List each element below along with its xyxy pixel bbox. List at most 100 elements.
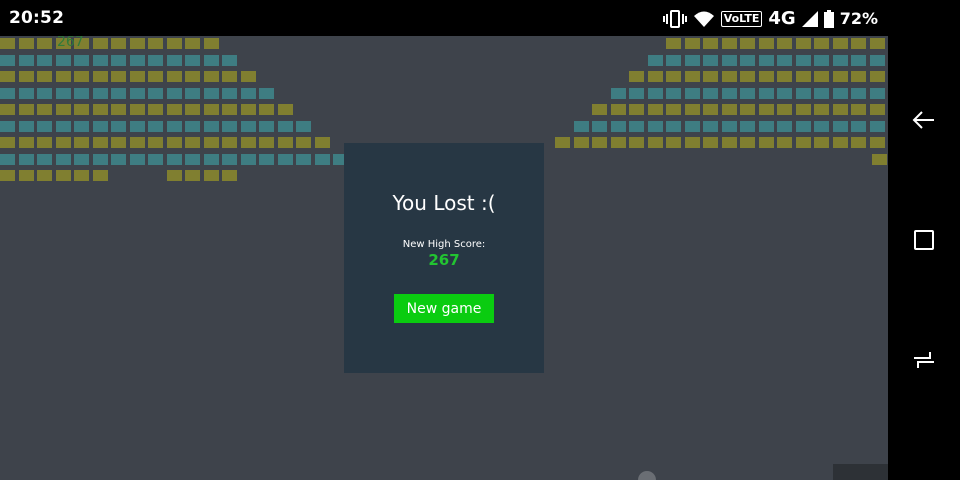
brick (92, 120, 108, 132)
brick (740, 38, 755, 49)
brick (55, 71, 71, 82)
back-icon[interactable] (912, 108, 936, 132)
brick (703, 137, 718, 148)
brick (185, 170, 200, 181)
brick (74, 71, 89, 82)
game-over-dialog: You Lost :( New High Score: 267 New game (344, 143, 544, 373)
brick (92, 71, 108, 82)
brick (74, 170, 89, 181)
brick (240, 137, 256, 148)
high-score-value: 267 (428, 251, 460, 269)
brick (92, 153, 108, 165)
brick (869, 38, 885, 49)
vibrate-icon (662, 9, 687, 28)
brick (814, 137, 829, 148)
brick (721, 54, 737, 66)
wifi-icon (693, 11, 714, 27)
brick (666, 54, 681, 66)
brick (721, 120, 737, 132)
brick (814, 54, 829, 66)
brick (777, 120, 792, 132)
brick (703, 120, 718, 132)
brick (111, 71, 126, 82)
brick (18, 87, 34, 99)
brick (758, 71, 774, 82)
brick (629, 137, 644, 148)
brick (259, 137, 274, 148)
navigation-bar (888, 0, 960, 480)
brick (814, 104, 829, 115)
brick (166, 137, 182, 148)
brick (166, 71, 182, 82)
brick (740, 120, 755, 132)
brick (18, 120, 34, 132)
status-icons: VoLTE 4G 72% (662, 8, 878, 29)
recents-icon[interactable] (912, 228, 936, 252)
brick (259, 153, 274, 165)
brick (869, 54, 885, 66)
brick (129, 120, 145, 132)
brick (166, 54, 182, 66)
brick (222, 104, 237, 115)
brick (758, 104, 774, 115)
status-bar: 20:52 VoLTE 4G 72% (0, 0, 888, 36)
brick (832, 104, 848, 115)
brick (647, 120, 663, 132)
brick (74, 120, 89, 132)
brick (203, 170, 219, 181)
brick (92, 170, 108, 181)
score-display: 267 (57, 36, 84, 50)
brick (240, 153, 256, 165)
brick (166, 38, 182, 49)
brick (740, 137, 755, 148)
brick (55, 54, 71, 66)
paddle[interactable] (833, 464, 888, 480)
brick (111, 38, 126, 49)
brick (721, 87, 737, 99)
brick (18, 104, 34, 115)
brick (129, 38, 145, 49)
brick (610, 87, 626, 99)
brick (203, 54, 219, 66)
brick (148, 38, 163, 49)
brick (869, 87, 885, 99)
brick (703, 38, 718, 49)
brick (148, 120, 163, 132)
brick (55, 137, 71, 148)
brick (684, 137, 700, 148)
brick (795, 71, 811, 82)
brick (684, 38, 700, 49)
brick (851, 71, 866, 82)
brick (703, 87, 718, 99)
brick (0, 54, 15, 66)
game-board[interactable]: 267 You Lost :( New High Score: 267 New … (0, 36, 888, 480)
switch-apps-icon[interactable] (912, 348, 936, 372)
brick (777, 137, 792, 148)
brick (111, 54, 126, 66)
brick (740, 87, 755, 99)
brick (222, 120, 237, 132)
brick (129, 153, 145, 165)
brick (703, 71, 718, 82)
battery-percent: 72% (839, 9, 878, 28)
brick (758, 38, 774, 49)
brick (721, 104, 737, 115)
signal-icon (801, 10, 818, 27)
brick (74, 137, 89, 148)
brick (185, 153, 200, 165)
brick (814, 120, 829, 132)
brick (869, 104, 885, 115)
brick (74, 87, 89, 99)
brick (832, 54, 848, 66)
brick (111, 137, 126, 148)
brick (629, 120, 644, 132)
brick (240, 104, 256, 115)
brick (629, 71, 644, 82)
brick (647, 87, 663, 99)
brick (129, 71, 145, 82)
new-game-button[interactable]: New game (394, 294, 494, 323)
brick (592, 120, 607, 132)
brick (740, 54, 755, 66)
brick (314, 153, 330, 165)
brick (203, 153, 219, 165)
